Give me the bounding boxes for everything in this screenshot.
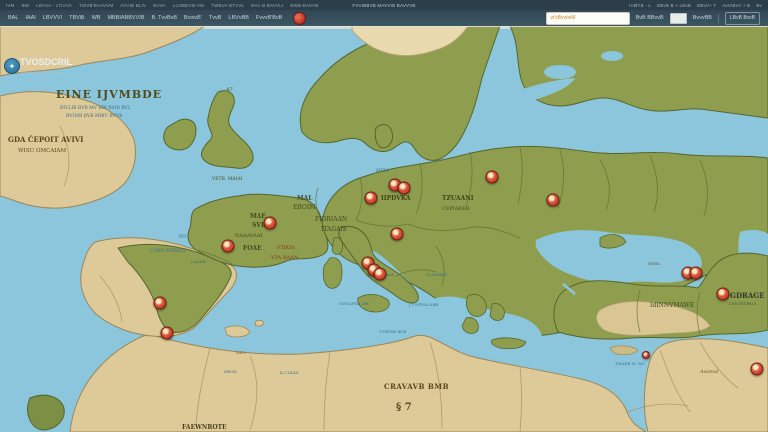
map-svg: [0, 26, 768, 432]
menu-item[interactable]: TWVB'BAAVVM: [79, 3, 113, 8]
map-marker-pin[interactable]: [391, 228, 404, 241]
toolbar-right-group: w'vBvvbvM BvB BBvvB BvvvBB LBvB BvvB: [546, 12, 760, 25]
top-toolbar: IVM BW LBVVA · LTIVVA TWVB'BAAVVM AVVIB BLIV…: [0, 0, 768, 26]
menu-item[interactable]: AvVIBvV + B: [722, 3, 750, 8]
menu-item[interactable]: BVL-B BAVVLI: [251, 3, 283, 8]
toolbar-button[interactable]: LBVvBB: [228, 15, 248, 21]
menu-bar: IVM BW LBVVA · LTIVVA TWVB'BAAVVM AVVIB BLIV…: [0, 0, 768, 10]
map-marker-pin[interactable]: [642, 351, 650, 359]
toolbar-buttons: BAL IAAI LBVVVI TBViB WB MBBIABBVVIB B. TvvBvB…: [8, 15, 282, 21]
toolbar-button[interactable]: IAAI: [25, 15, 35, 21]
logo-subtitle: BIVLB AMVNB BV LVI: [21, 71, 61, 75]
toolbar-button[interactable]: FvvvB'BvB: [256, 15, 282, 21]
map-marker-pin[interactable]: [264, 217, 277, 230]
menu-item[interactable]: LBVVA · LTIVVA: [36, 3, 72, 8]
menu-item[interactable]: BW: [22, 3, 30, 8]
logo-icon: ✦: [4, 58, 20, 74]
map-marker-pin[interactable]: [365, 192, 378, 205]
action-button[interactable]: LBvB BvvB: [725, 12, 760, 25]
menu-item[interactable]: IVØYB - L: [629, 3, 651, 8]
menu-items: IVM BW LBVVA · LTIVVA TWVB'BAAVVM AVVIB BLIV…: [6, 3, 319, 8]
record-badge-icon[interactable]: [293, 12, 306, 25]
map-marker-pin[interactable]: [751, 363, 764, 376]
menu-item[interactable]: BVVA: [153, 3, 165, 8]
checkbox[interactable]: [670, 13, 687, 24]
toolbar-button[interactable]: BvvivB': [184, 15, 202, 21]
map-marker-pin[interactable]: [374, 268, 387, 281]
map-marker-pin[interactable]: [690, 267, 703, 280]
map-marker-pin[interactable]: [398, 182, 411, 195]
search-label: BvB BBvvB: [636, 15, 664, 21]
corsica-island: [332, 238, 343, 255]
map-marker-pin[interactable]: [717, 288, 730, 301]
toolbar-button[interactable]: WB: [92, 15, 101, 21]
menu-item[interactable]: LLVBBIVB-VM: [173, 3, 204, 8]
logo-title: TVOSDCRIL: [20, 58, 72, 67]
france-landmass: [188, 194, 328, 267]
menu-item[interactable]: BWB-BAVVB: [290, 3, 318, 8]
lake: [601, 51, 623, 61]
toolbar-divider: [718, 14, 719, 23]
toolbar-button[interactable]: MBBIABBVVIB: [107, 15, 144, 21]
button-bar: BAL IAAI LBVVVI TBViB WB MBBIABBVVIB B. TvvBvB…: [0, 10, 768, 26]
toolbar-button[interactable]: LBVVVI: [43, 15, 62, 21]
toolbar-button[interactable]: TBViB: [69, 15, 85, 21]
toolbar-button[interactable]: B. TvvBvB: [151, 15, 177, 21]
menu-item[interactable]: TWBVA BTVVL: [211, 3, 244, 8]
search-input[interactable]: w'vBvvbvM: [546, 12, 630, 25]
map-marker-pin[interactable]: [547, 194, 560, 207]
menu-item[interactable]: BBvB B × LBvB: [657, 3, 691, 8]
map-marker-pin[interactable]: [154, 297, 167, 310]
menu-item[interactable]: BBvV+ T: [697, 3, 716, 8]
lake: [544, 65, 576, 79]
toolbar-button[interactable]: TvvB: [209, 15, 222, 21]
menu-items-right: IVØYB - L BBvB B × LBvB BBvV+ T AvVIBvV + B…: [629, 3, 762, 8]
map-marker-pin[interactable]: [222, 240, 235, 253]
menu-item[interactable]: AVVIB BLIV: [120, 3, 146, 8]
denmark-landmass: [375, 125, 392, 148]
menu-item[interactable]: IVM: [6, 3, 15, 8]
checkbox-label: BvvvBB: [693, 15, 712, 21]
window-title: FVVIBBVB MAVVIB BAVVVB: [352, 3, 415, 8]
menu-item[interactable]: Bv: [756, 3, 762, 8]
map-canvas[interactable]: EINE IJVMBDEBIVLIB BVB MV BBI BVIB BVLBV…: [0, 26, 768, 432]
map-marker-pin[interactable]: [161, 327, 174, 340]
toolbar-button[interactable]: BAL: [8, 15, 18, 21]
map-marker-pin[interactable]: [486, 171, 499, 184]
